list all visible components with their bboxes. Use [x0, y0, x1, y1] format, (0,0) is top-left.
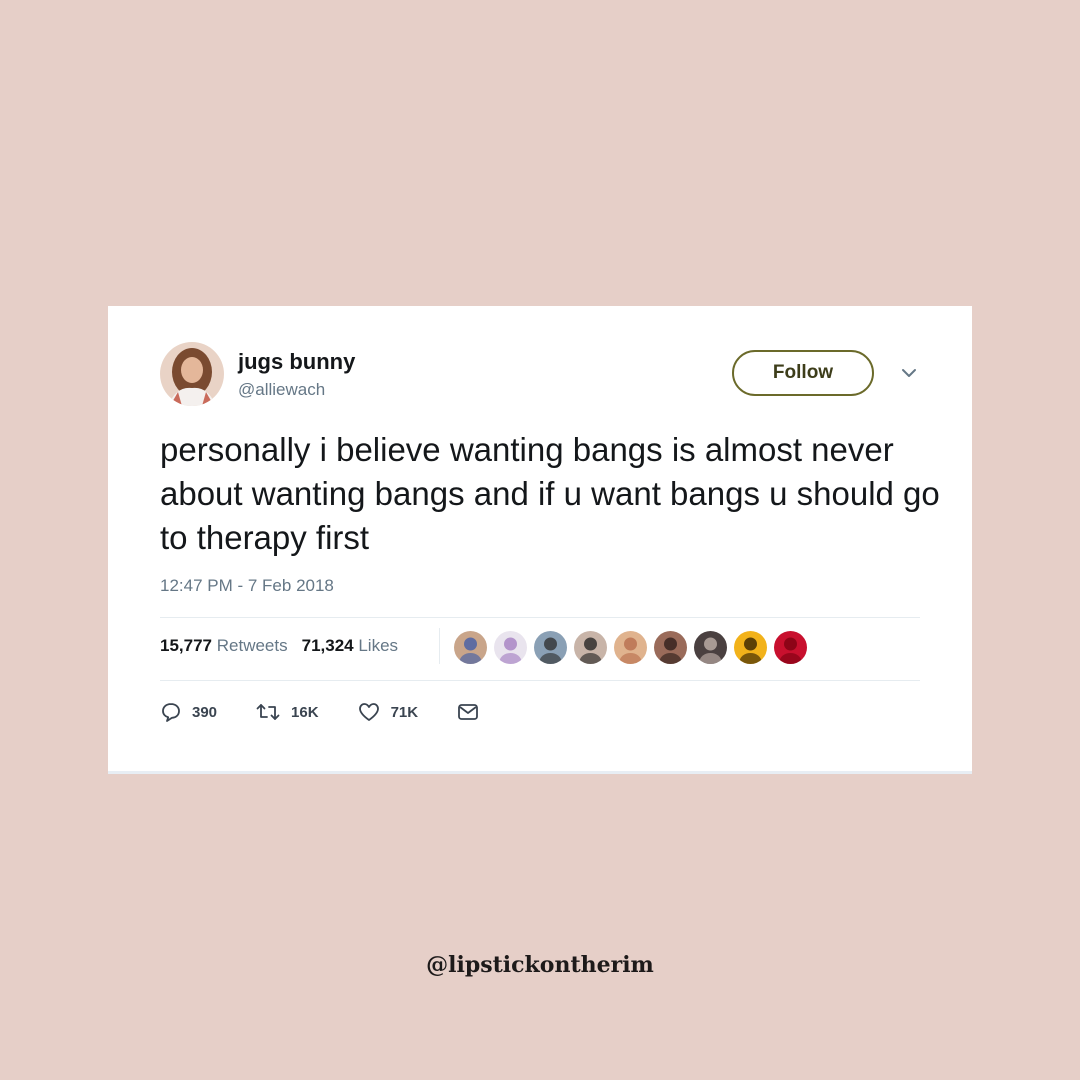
tweet-actions: 390 16K 71K [160, 701, 518, 723]
divider-top [160, 617, 920, 618]
retweet-icon [256, 704, 280, 720]
tweet-timestamp[interactable]: 12:47 PM - 7 Feb 2018 [160, 576, 334, 596]
liker-avatar[interactable] [494, 631, 527, 664]
retweets-stat[interactable]: 15,777 Retweets [160, 636, 288, 656]
reply-icon [162, 703, 180, 722]
liker-avatar[interactable] [454, 631, 487, 664]
likes-stat[interactable]: 71,324 Likes [302, 636, 398, 656]
follow-button[interactable]: Follow [732, 350, 874, 396]
chevron-down-icon[interactable] [900, 366, 918, 380]
like-button[interactable]: 71K [357, 701, 419, 723]
reply-count: 390 [192, 703, 218, 721]
likes-count: 71,324 [301, 636, 354, 655]
like-count: 71K [390, 703, 419, 721]
stats-separator [439, 628, 440, 664]
liker-avatar[interactable] [694, 631, 727, 664]
liker-avatar[interactable] [534, 631, 567, 664]
likes-label: Likes [358, 636, 399, 655]
reply-button[interactable]: 390 [160, 701, 217, 723]
tweet-card: jugs bunny @alliewach Follow personally … [108, 306, 972, 774]
retweets-label: Retweets [216, 636, 288, 655]
display-name[interactable]: jugs bunny [238, 349, 355, 375]
dm-button[interactable] [456, 701, 480, 723]
liker-avatar[interactable] [574, 631, 607, 664]
liker-avatar[interactable] [654, 631, 687, 664]
liker-avatar[interactable] [734, 631, 767, 664]
liker-avatars [454, 631, 807, 664]
dm-icon [458, 704, 478, 720]
divider-bottom [160, 680, 920, 681]
like-icon [358, 703, 379, 721]
user-avatar[interactable] [160, 342, 224, 406]
tweet-text: personally i believe wanting bangs is al… [160, 431, 940, 556]
user-handle[interactable]: @alliewach [238, 380, 325, 400]
tweet-stats: 15,777 Retweets 71,324 Likes [160, 636, 398, 656]
watermark-handle: @lipstickontherim [426, 952, 654, 978]
retweet-button[interactable]: 16K [255, 701, 319, 723]
liker-avatar[interactable] [614, 631, 647, 664]
liker-avatar[interactable] [774, 631, 807, 664]
retweets-count: 15,777 [160, 636, 212, 655]
retweet-count: 16K [291, 703, 319, 721]
